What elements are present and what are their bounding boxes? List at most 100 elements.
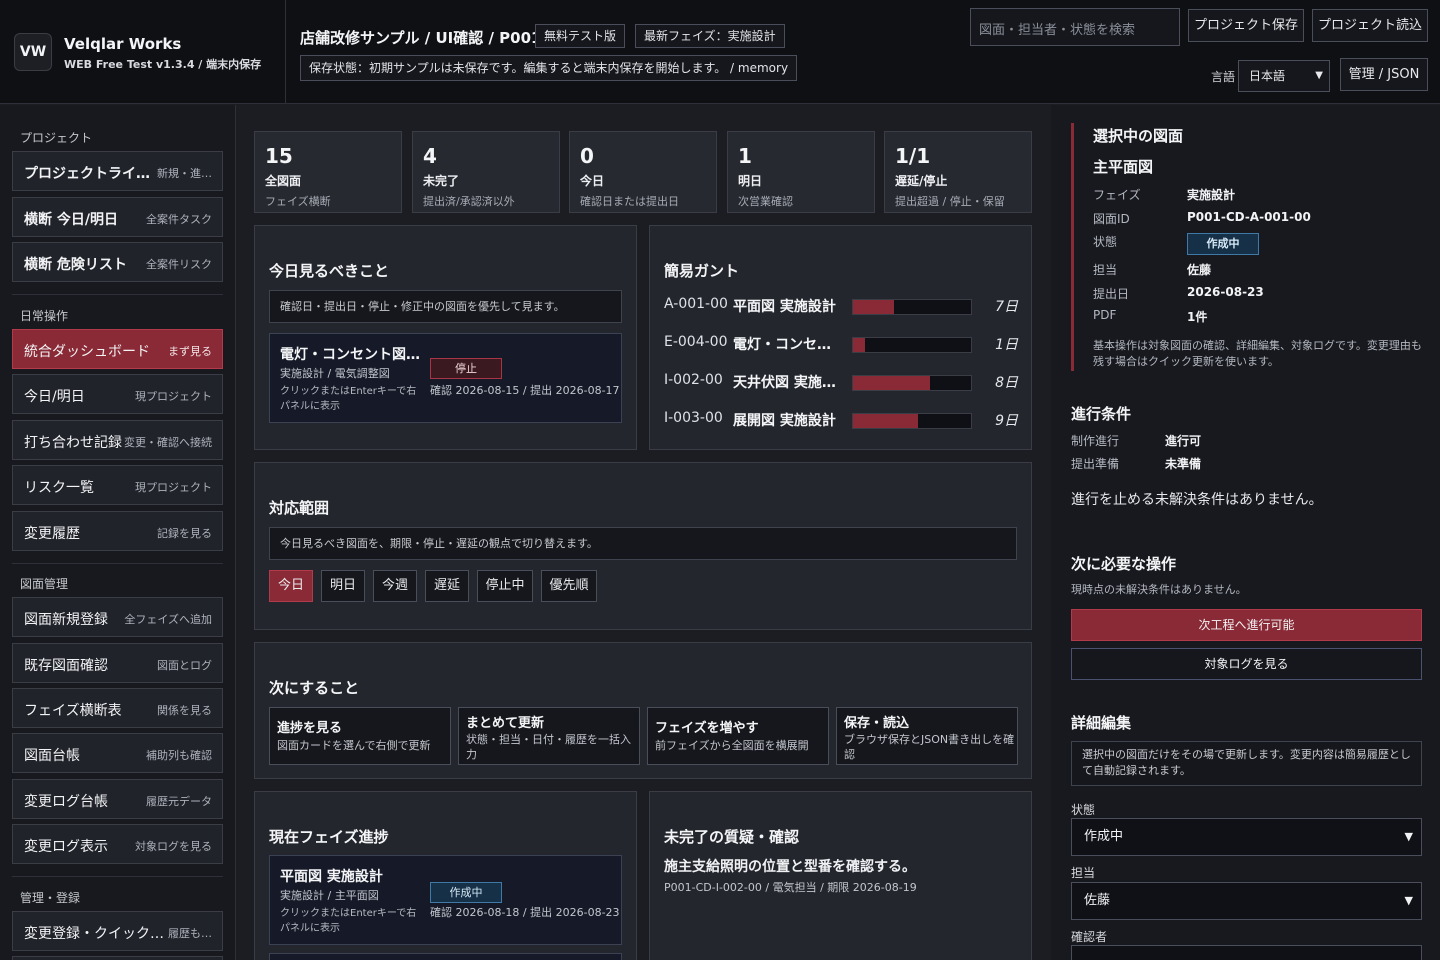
stat-card-delayed: 1/1 遅延/停止 提出超過 / 停止・保留 — [884, 131, 1032, 213]
sidebar-item-today-tomorrow[interactable]: 今日/明日 現プロジェクト — [12, 374, 223, 414]
sidebar-item-label: 今日/明日 — [24, 389, 85, 405]
drawing-card-next[interactable] — [269, 953, 622, 960]
question-item-title[interactable]: 施主支給照明の位置と型番を確認する。 — [664, 856, 916, 876]
sidebar-section-daily: 日常操作 — [20, 309, 69, 323]
project-load-button[interactable]: プロジェクト読込 — [1312, 9, 1428, 42]
sidebar-item-existing-drawing[interactable]: 既存図面確認 図面とログ — [12, 643, 223, 683]
sidebar-item-sub: 全案件リスク — [146, 258, 212, 271]
detail-info-text: 基本操作は対象図面の確認、詳細編集、対象ログです。変更理由も残す場合はクイック更… — [1093, 339, 1422, 368]
next-card-title: 進捗を見る — [277, 721, 343, 736]
sidebar-item-label: プロジェクトライ… — [24, 166, 150, 182]
detail-panel: 選択中の図面 主平面図 フェイズ 実施設計 図面ID P001-CD-A-001… — [1051, 105, 1440, 960]
stat-label: 遅延/停止 — [895, 174, 948, 188]
sidebar-item-phase-table[interactable]: フェイズ横断表 関係を見る — [12, 688, 223, 728]
owner-select[interactable]: 佐藤 ▼ — [1071, 882, 1422, 920]
next-card-add-phase[interactable]: フェイズを増やす 前フェイズから全図面を横展開 — [647, 707, 829, 765]
sidebar-item-quick-update[interactable]: 変更登録・クイック… 履歴も… — [12, 911, 223, 951]
status-select-value: 作成中 — [1084, 829, 1124, 844]
field-label-owner: 担当 — [1093, 263, 1118, 277]
filter-delayed[interactable]: 遅延 — [425, 570, 469, 602]
status-select[interactable]: 作成中 ▼ — [1071, 818, 1422, 856]
sidebar-divider — [12, 294, 223, 295]
drawing-card-electrical[interactable]: 電灯・コンセント図… 実施設計 / 電気調整図 クリックまたはEnterキーで右… — [269, 333, 622, 423]
owner-select-value: 佐藤 — [1084, 893, 1111, 908]
view-log-button[interactable]: 対象ログを見る — [1071, 648, 1422, 680]
gantt-row[interactable]: A-001-00 平面図 実施設計 7日 — [664, 296, 1018, 316]
sidebar-item-label: 変更登録・クイック… — [24, 926, 164, 942]
filter-tomorrow[interactable]: 明日 — [321, 570, 365, 602]
next-process-button[interactable]: 次工程へ進行可能 — [1071, 609, 1422, 641]
question-item-meta: P001-CD-I-002-00 / 電気担当 / 期限 2026-08-19 — [664, 881, 917, 894]
sidebar-item-cross-today[interactable]: 横断 今日/明日 全案件タスク — [12, 197, 223, 237]
sidebar-item-cross-risk[interactable]: 横断 危険リスト 全案件リスク — [12, 242, 223, 282]
language-select[interactable]: 日本語 ▼ — [1238, 60, 1330, 92]
sidebar-item-sub: まず見る — [168, 345, 212, 358]
sidebar-item-meetings[interactable]: 打ち合わせ記録 変更・確認へ接続 — [12, 420, 223, 460]
cond-label-production: 制作進行 — [1071, 434, 1120, 448]
sidebar-item-history[interactable]: 変更履歴 記録を見る — [12, 511, 223, 551]
next-card-save-load[interactable]: 保存・読込 ブラウザ保存とJSON書き出しを確認 — [836, 707, 1018, 765]
search-input[interactable]: 図面・担当者・状態を検索 — [970, 8, 1180, 46]
drawing-card-dates: 確認 2026-08-18 / 提出 2026-08-23 — [430, 906, 620, 919]
stat-desc: 提出超過 / 停止・保留 — [895, 195, 1005, 208]
gantt-row-id: I-003-00 — [664, 410, 723, 426]
stat-value: 0 — [580, 144, 594, 168]
checker-select[interactable] — [1071, 945, 1422, 960]
filter-priority[interactable]: 優先順 — [541, 570, 597, 602]
sidebar-item-drawing-ledger[interactable]: 図面台帳 補助列も確認 — [12, 733, 223, 773]
sidebar-item-label: 既存図面確認 — [24, 658, 108, 674]
stat-card-tomorrow: 1 明日 次営業確認 — [727, 131, 875, 213]
scope-panel: 対応範囲 今日見るべき図面を、期限・停止・遅延の観点で切り替えます。 今日 明日… — [254, 462, 1032, 630]
gantt-row[interactable]: E-004-00 電灯・コンセ… 1日 — [664, 334, 1018, 354]
sidebar-item-next[interactable] — [12, 956, 223, 960]
sidebar-item-sub: 全案件タスク — [146, 213, 212, 226]
stat-label: 今日 — [580, 174, 605, 188]
field-label-id: 図面ID — [1093, 212, 1130, 226]
conditions-message: 進行を止める未解決条件はありません。 — [1071, 492, 1323, 508]
gantt-row-name: 電灯・コンセ… — [733, 337, 831, 353]
main-content: 15 全図面 フェイズ横断 4 未完了 提出済/承認済以外 0 今日 確認日また… — [237, 105, 1050, 960]
brand-area: VW Velqlar Works WEB Free Test v1.3.4 / … — [0, 0, 286, 104]
admin-json-button[interactable]: 管理 / JSON — [1340, 58, 1428, 91]
stat-value: 4 — [423, 144, 437, 168]
project-save-button[interactable]: プロジェクト保存 — [1188, 9, 1304, 42]
selected-drawing-name: 主平面図 — [1093, 158, 1154, 176]
sidebar-item-dashboard[interactable]: 統合ダッシュボード まず見る — [12, 329, 223, 369]
sidebar-item-changelog-view[interactable]: 変更ログ表示 対象ログを見る — [12, 824, 223, 864]
field-value-submit: 2026-08-23 — [1187, 285, 1264, 299]
sidebar-item-changelog-ledger[interactable]: 変更ログ台帳 履歴元データ — [12, 779, 223, 819]
current-phase-title: 現在フェイズ進捗 — [269, 828, 389, 846]
operations-message: 現時点の未解決条件はありません。 — [1071, 583, 1247, 596]
sidebar-item-sub: 関係を見る — [157, 704, 212, 717]
questions-panel: 未完了の質疑・確認 施主支給照明の位置と型番を確認する。 P001-CD-I-0… — [649, 791, 1032, 960]
drawing-card-hint: クリックまたはEnterキーで右パネルに表示 — [280, 386, 417, 412]
cond-value-submission: 未準備 — [1165, 457, 1202, 471]
stat-desc: 確認日または提出日 — [580, 195, 679, 208]
sidebar-item-sub: 図面とログ — [157, 659, 212, 672]
sidebar-item-new-drawing[interactable]: 図面新規登録 全フェイズへ追加 — [12, 597, 223, 637]
filter-this-week[interactable]: 今週 — [373, 570, 417, 602]
sidebar-item-sub: 新規・進… — [157, 167, 212, 180]
sidebar-item-risks[interactable]: リスク一覧 現プロジェクト — [12, 465, 223, 505]
status-badge: 停止 — [430, 358, 502, 379]
chevron-down-icon: ▼ — [1404, 894, 1413, 907]
next-card-bulk-update[interactable]: まとめて更新 状態・担当・日付・履歴を一括入力 — [458, 707, 640, 765]
gantt-bar-fill — [853, 414, 918, 428]
sidebar-item-sub: 現プロジェクト — [135, 390, 212, 403]
gantt-row-name: 展開図 実施設計 — [733, 413, 836, 429]
stat-card-total: 15 全図面 フェイズ横断 — [254, 131, 402, 213]
next-card-title: フェイズを増やす — [655, 721, 759, 736]
filter-today[interactable]: 今日 — [269, 570, 313, 602]
chevron-down-icon: ▼ — [1404, 830, 1413, 843]
gantt-row-name: 天井伏図 実施… — [733, 375, 836, 391]
sidebar-item-label: 横断 今日/明日 — [24, 212, 118, 228]
today-note: 確認日・提出日・停止・修正中の図面を優先して見ます。 — [269, 290, 622, 323]
filter-stopped[interactable]: 停止中 — [477, 570, 533, 602]
gantt-row[interactable]: I-003-00 展開図 実施設計 9日 — [664, 410, 1018, 430]
gantt-bar-fill — [853, 376, 930, 390]
sidebar-item-project-library[interactable]: プロジェクトライ… 新規・進… — [12, 151, 223, 191]
gantt-row[interactable]: I-002-00 天井伏図 実施… 8日 — [664, 372, 1018, 392]
drawing-card-floor-plan[interactable]: 平面図 実施設計 実施設計 / 主平面図 クリックまたはEnterキーで右パネル… — [269, 855, 622, 945]
next-card-progress[interactable]: 進捗を見る 図面カードを選んで右側で更新 — [269, 707, 451, 765]
stat-label: 明日 — [738, 174, 763, 188]
